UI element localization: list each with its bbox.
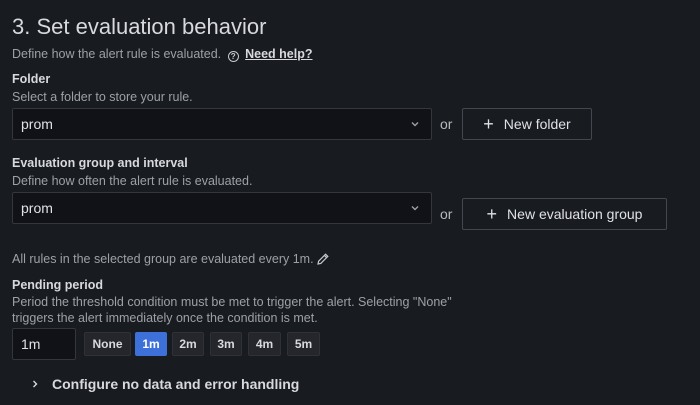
new-evaluation-group-button[interactable]: + New evaluation group — [462, 198, 667, 230]
folder-select[interactable]: prom — [12, 108, 432, 140]
group-interval-info: All rules in the selected group are eval… — [12, 252, 314, 266]
pending-period-description-line1: Period the threshold condition must be m… — [12, 295, 452, 309]
section-title: 3. Set evaluation behavior — [12, 14, 267, 39]
group-label: Evaluation group and interval — [12, 156, 188, 170]
folder-or-text: or — [440, 116, 453, 132]
plus-icon: + — [486, 204, 498, 224]
group-description: Define how often the alert rule is evalu… — [12, 174, 253, 188]
new-folder-button-label: New folder — [503, 116, 571, 132]
pending-option-4m[interactable]: 4m — [248, 332, 281, 356]
evaluation-group-select[interactable]: prom — [12, 192, 432, 224]
group-or-text: or — [440, 206, 453, 222]
new-evaluation-group-button-label: New evaluation group — [507, 206, 643, 222]
pending-option-5m[interactable]: 5m — [287, 332, 320, 356]
group-interval-info-row: All rules in the selected group are eval… — [12, 252, 330, 266]
pending-period-input[interactable]: 1m — [12, 328, 76, 360]
pending-period-value: 1m — [21, 336, 41, 352]
folder-select-value: prom — [21, 116, 53, 132]
pending-option-1m[interactable]: 1m — [135, 332, 167, 356]
group-select-value: prom — [21, 200, 53, 216]
chevron-right-icon — [33, 380, 38, 388]
section-description-row: Define how the alert rule is evaluated. … — [12, 47, 313, 62]
no-data-error-handling-toggle[interactable]: Configure no data and error handling — [30, 376, 299, 392]
chevron-down-icon — [411, 206, 419, 211]
pending-period-label: Pending period — [12, 278, 103, 292]
pending-option-3m[interactable]: 3m — [210, 332, 242, 356]
pending-option-2m[interactable]: 2m — [172, 332, 204, 356]
folder-description: Select a folder to store your rule. — [12, 90, 193, 104]
question-circle-icon: ? — [227, 51, 239, 62]
pending-option-none[interactable]: None — [84, 332, 131, 356]
pencil-icon[interactable] — [316, 252, 330, 266]
plus-icon: + — [483, 114, 494, 134]
no-data-error-handling-title: Configure no data and error handling — [52, 376, 300, 392]
pending-period-description-line2: triggers the alert immediately once the … — [12, 311, 318, 325]
new-folder-button[interactable]: + New folder — [462, 108, 592, 140]
folder-label: Folder — [12, 72, 51, 86]
chevron-down-icon — [411, 122, 419, 127]
section-description: Define how the alert rule is evaluated. — [12, 47, 222, 61]
need-help-link[interactable]: Need help? — [245, 47, 312, 61]
